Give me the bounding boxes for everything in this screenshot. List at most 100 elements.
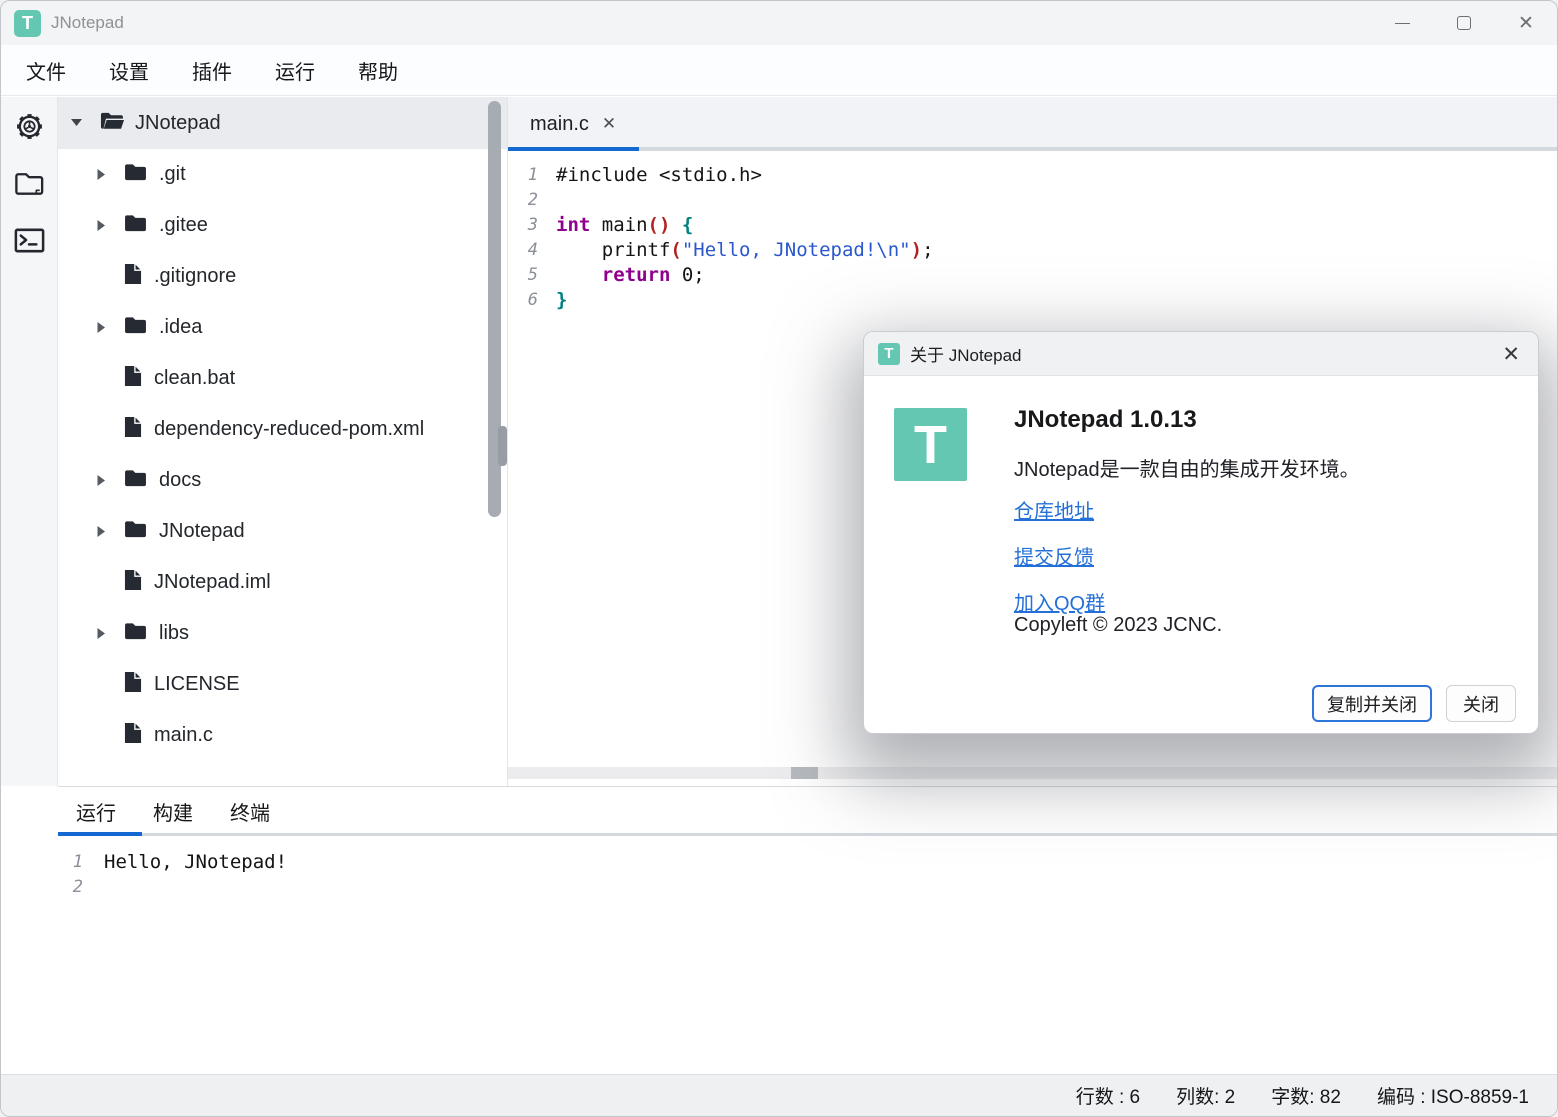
tree-item-dependency-reduced-pom-xml[interactable]: dependency-reduced-pom.xml (58, 404, 507, 455)
gear-icon[interactable] (12, 109, 47, 144)
output-line-number: 1 (69, 852, 83, 872)
folder-icon (124, 316, 147, 340)
about-app-description: JNotepad是一款自由的集成开发环境。 (1014, 453, 1360, 482)
menu-item-file[interactable]: 文件 (26, 56, 66, 85)
tree-item-label: .git (159, 163, 186, 186)
tree-item-license[interactable]: LICENSE (58, 659, 507, 710)
line-number: 5 (514, 265, 538, 285)
window-title: JNotepad (51, 13, 124, 33)
code-line: 2 (508, 187, 1557, 212)
tab-label: main.c (530, 113, 589, 136)
file-icon (124, 722, 142, 749)
bottom-tab-terminal[interactable]: 终端 (230, 797, 270, 826)
activity-bar (1, 97, 58, 786)
folder-icon (124, 214, 147, 238)
app-logo-icon: T (14, 10, 41, 37)
editor-hscrollbar[interactable] (508, 767, 1557, 779)
code-line: 4 printf("Hello, JNotepad!\n"); (508, 237, 1557, 262)
tree-item-jnotepad[interactable]: JNotepad (58, 506, 507, 557)
status-char-count: 字数: 82 (1271, 1082, 1341, 1109)
chevron-right-icon[interactable] (96, 525, 108, 538)
run-output[interactable]: 1 Hello, JNotepad! 2 (58, 836, 1557, 899)
menu-item-run[interactable]: 运行 (275, 56, 315, 85)
folder-open-icon (100, 111, 125, 136)
chevron-right-icon[interactable] (96, 627, 108, 640)
chevron-right-icon[interactable] (96, 474, 108, 487)
code-text: } (556, 289, 567, 311)
maximize-button[interactable] (1433, 1, 1495, 45)
splitter-handle[interactable] (498, 426, 507, 466)
tree-item-clean-bat[interactable]: clean.bat (58, 353, 507, 404)
tree-item-gitignore[interactable]: .gitignore (58, 251, 507, 302)
tree-item-label: JNotepad (159, 520, 245, 543)
about-dialog-title-bar: T 关于 JNotepad ✕ (864, 332, 1538, 376)
status-column: 列数: 2 (1176, 1082, 1235, 1109)
minimize-button[interactable] (1371, 1, 1433, 45)
tree-root-jnotepad[interactable]: JNotepad (58, 97, 507, 149)
minimize-icon (1395, 23, 1410, 24)
dialog-close-button[interactable]: 关闭 (1446, 685, 1516, 722)
about-links: 仓库地址提交反馈加入QQ群 (1014, 495, 1105, 616)
line-number: 1 (514, 165, 538, 185)
tree-item-jnotepad-iml[interactable]: JNotepad.iml (58, 557, 507, 608)
status-bar: 行数 : 6列数: 2字数: 82编码 : ISO-8859-1 (1, 1074, 1557, 1116)
menu-item-help[interactable]: 帮助 (358, 56, 398, 85)
menu-item-settings[interactable]: 设置 (109, 56, 149, 85)
chevron-right-icon[interactable] (96, 219, 108, 232)
tree-item-docs[interactable]: docs (58, 455, 507, 506)
tree-item-label: .gitee (159, 214, 208, 237)
output-line-number: 2 (69, 877, 83, 897)
file-icon (124, 416, 142, 443)
about-dialog: T 关于 JNotepad ✕ T JNotepad 1.0.13 JNotep… (863, 331, 1539, 734)
dialog-close-icon[interactable]: ✕ (1502, 332, 1520, 376)
close-icon: ✕ (1518, 14, 1534, 33)
tree-item-gitee[interactable]: .gitee (58, 200, 507, 251)
folder-icon (124, 520, 147, 544)
line-number: 6 (514, 290, 538, 310)
code-text: #include <stdio.h> (556, 164, 762, 186)
tree-item-libs[interactable]: libs (58, 608, 507, 659)
bottom-active-tab-underline (58, 832, 142, 836)
output-text: Hello, JNotepad! (104, 851, 287, 873)
dialog-app-logo-icon: T (878, 343, 900, 365)
bottom-tab-bar: 运行 构建 终端 (58, 787, 1557, 836)
tree-item-main-c[interactable]: main.c (58, 710, 507, 761)
line-number: 3 (514, 215, 538, 235)
about-link-repo[interactable]: 仓库地址 (1014, 495, 1094, 524)
bottom-tab-run[interactable]: 运行 (76, 797, 116, 826)
folder-icon (124, 622, 147, 646)
tree-item-label: LICENSE (154, 673, 240, 696)
folder-icon[interactable] (12, 166, 47, 201)
tab-main-c[interactable]: main.c ✕ (508, 97, 636, 151)
close-button[interactable]: ✕ (1495, 1, 1557, 45)
bottom-tab-build[interactable]: 构建 (153, 797, 193, 826)
window-controls: ✕ (1371, 1, 1557, 45)
output-line: 1 Hello, JNotepad! (58, 849, 1557, 874)
code-line: 5 return 0; (508, 262, 1557, 287)
chevron-down-icon[interactable] (70, 114, 83, 132)
tree-root-label: JNotepad (135, 112, 221, 135)
about-link-qq-group[interactable]: 加入QQ群 (1014, 587, 1105, 616)
tree-item-idea[interactable]: .idea (58, 302, 507, 353)
file-icon (124, 263, 142, 290)
code-editor[interactable]: 1#include <stdio.h>23int main() {4 print… (508, 151, 1557, 312)
about-app-logo: T (894, 408, 967, 481)
terminal-icon[interactable] (12, 223, 47, 258)
chevron-right-icon[interactable] (96, 321, 108, 334)
tree-item-label: docs (159, 469, 201, 492)
title-bar: T JNotepad ✕ (1, 1, 1557, 45)
about-copyright: Copyleft © 2023 JCNC. (1014, 614, 1222, 637)
code-text: printf("Hello, JNotepad!\n"); (556, 239, 934, 261)
copy-and-close-button[interactable]: 复制并关闭 (1312, 685, 1432, 722)
editor-tab-strip: main.c ✕ (508, 97, 1557, 151)
tree-items: .git .gitee .gitignore.ideaclean.batdepend… (58, 149, 507, 761)
chevron-right-icon[interactable] (96, 168, 108, 181)
code-line: 1 #include <stdio.h> (508, 162, 1557, 187)
about-link-feedback[interactable]: 提交反馈 (1014, 541, 1094, 570)
menu-item-plugins[interactable]: 插件 (192, 56, 232, 85)
file-icon (124, 365, 142, 392)
folder-icon (124, 163, 147, 187)
editor-hscrollbar-thumb[interactable] (791, 767, 818, 779)
tab-close-icon[interactable]: ✕ (602, 114, 616, 134)
tree-item-git[interactable]: .git (58, 149, 507, 200)
